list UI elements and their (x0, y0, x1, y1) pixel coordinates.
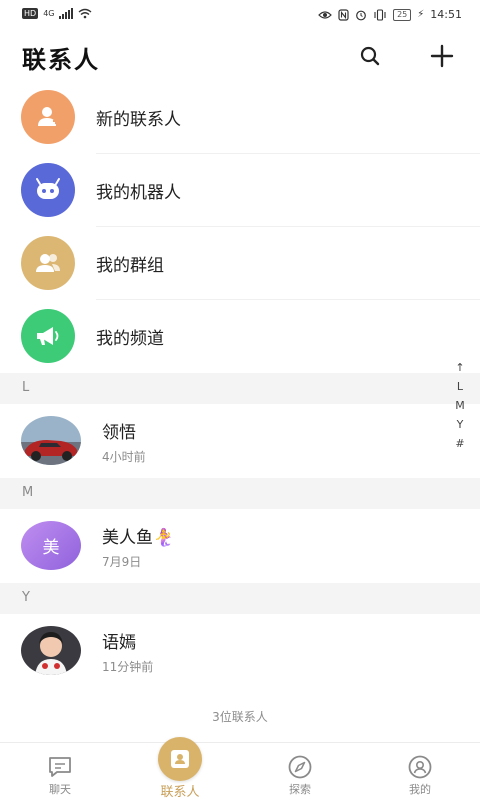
tab-label: 我的 (409, 783, 431, 796)
contact-row[interactable]: 领悟 4小时前 (0, 404, 480, 478)
group-icon (21, 236, 75, 290)
plus-icon (430, 44, 454, 68)
compass-icon (286, 753, 314, 781)
index-m[interactable]: M (455, 398, 465, 414)
header: 联系人 (0, 30, 480, 86)
menu-item-my-robots[interactable]: 我的机器人 (0, 154, 480, 227)
vibrate-icon (374, 8, 386, 21)
contact-name: 美人鱼🧜‍♀️ (102, 528, 175, 548)
signal-icon (59, 8, 74, 19)
tab-chat[interactable]: 聊天 (0, 743, 120, 800)
section-letter: Y (22, 590, 30, 605)
avatar (21, 416, 81, 465)
alphabet-index-bar: ↑ L M Y # (450, 360, 470, 452)
avatar (21, 626, 81, 675)
contact-row[interactable]: 美 美人鱼🧜‍♀️ 7月9日 (0, 509, 480, 583)
tab-label: 聊天 (49, 783, 71, 796)
alarm-icon (356, 10, 366, 20)
contact-last-active: 11分钟前 (102, 660, 154, 674)
index-top[interactable]: ↑ (455, 360, 464, 376)
status-time: 14:51 (430, 8, 462, 21)
section-header-m: M (0, 478, 480, 509)
channel-icon (21, 309, 75, 363)
contact-last-active: 4小时前 (102, 450, 146, 464)
search-button[interactable] (352, 38, 388, 74)
new-contact-icon (21, 90, 75, 144)
menu-item-new-contacts[interactable]: 新的联系人 (0, 81, 480, 154)
index-l[interactable]: L (457, 379, 463, 395)
search-icon (360, 46, 380, 66)
tab-me[interactable]: 我的 (360, 743, 480, 800)
menu-label: 我的群组 (96, 256, 164, 276)
tab-label: 探索 (289, 783, 311, 796)
section-header-l: L (0, 373, 480, 404)
index-y[interactable]: Y (457, 417, 464, 433)
index-hash[interactable]: # (455, 436, 464, 452)
status-bar: HD 4G 25 ⚡ 14:51 (0, 0, 480, 30)
menu-label: 我的机器人 (96, 183, 181, 203)
network-type: 4G (43, 9, 55, 18)
contact-name: 领悟 (102, 423, 136, 443)
avatar-initial: 美 (42, 538, 60, 558)
menu-label: 我的频道 (96, 329, 164, 349)
add-button[interactable] (424, 38, 460, 74)
wifi-icon (79, 8, 92, 19)
section-letter: M (22, 485, 34, 500)
contact-count: 3位联系人 (212, 710, 268, 724)
tab-label: 联系人 (160, 785, 200, 800)
tab-explore[interactable]: 探索 (240, 743, 360, 800)
status-right: 25 ⚡ 14:51 (318, 8, 462, 21)
menu-item-my-channels[interactable]: 我的频道 (0, 300, 480, 373)
contact-name: 语嫣 (102, 633, 136, 653)
section-letter: L (22, 380, 30, 395)
contact-last-active: 7月9日 (102, 555, 142, 569)
nfc-icon (338, 8, 349, 21)
contact-row[interactable]: 语嫣 11分钟前 (0, 614, 480, 688)
robot-icon (21, 163, 75, 217)
profile-icon (406, 753, 434, 781)
chat-icon (46, 753, 74, 781)
avatar: 美 (21, 521, 81, 570)
battery-indicator: 25 (393, 8, 412, 21)
section-header-y: Y (0, 583, 480, 614)
page-title: 联系人 (22, 46, 100, 74)
menu-item-my-groups[interactable]: 我的群组 (0, 227, 480, 300)
contacts-icon (158, 737, 202, 781)
charging-icon: ⚡ (417, 9, 425, 20)
status-left: HD 4G (22, 8, 92, 19)
tab-contacts[interactable]: 联系人 (120, 737, 240, 800)
hd-badge: HD (22, 8, 39, 19)
eye-icon (318, 10, 332, 19)
bottom-tab-bar: 聊天 联系人 探索 我的 (0, 737, 480, 800)
menu-label: 新的联系人 (96, 110, 181, 130)
